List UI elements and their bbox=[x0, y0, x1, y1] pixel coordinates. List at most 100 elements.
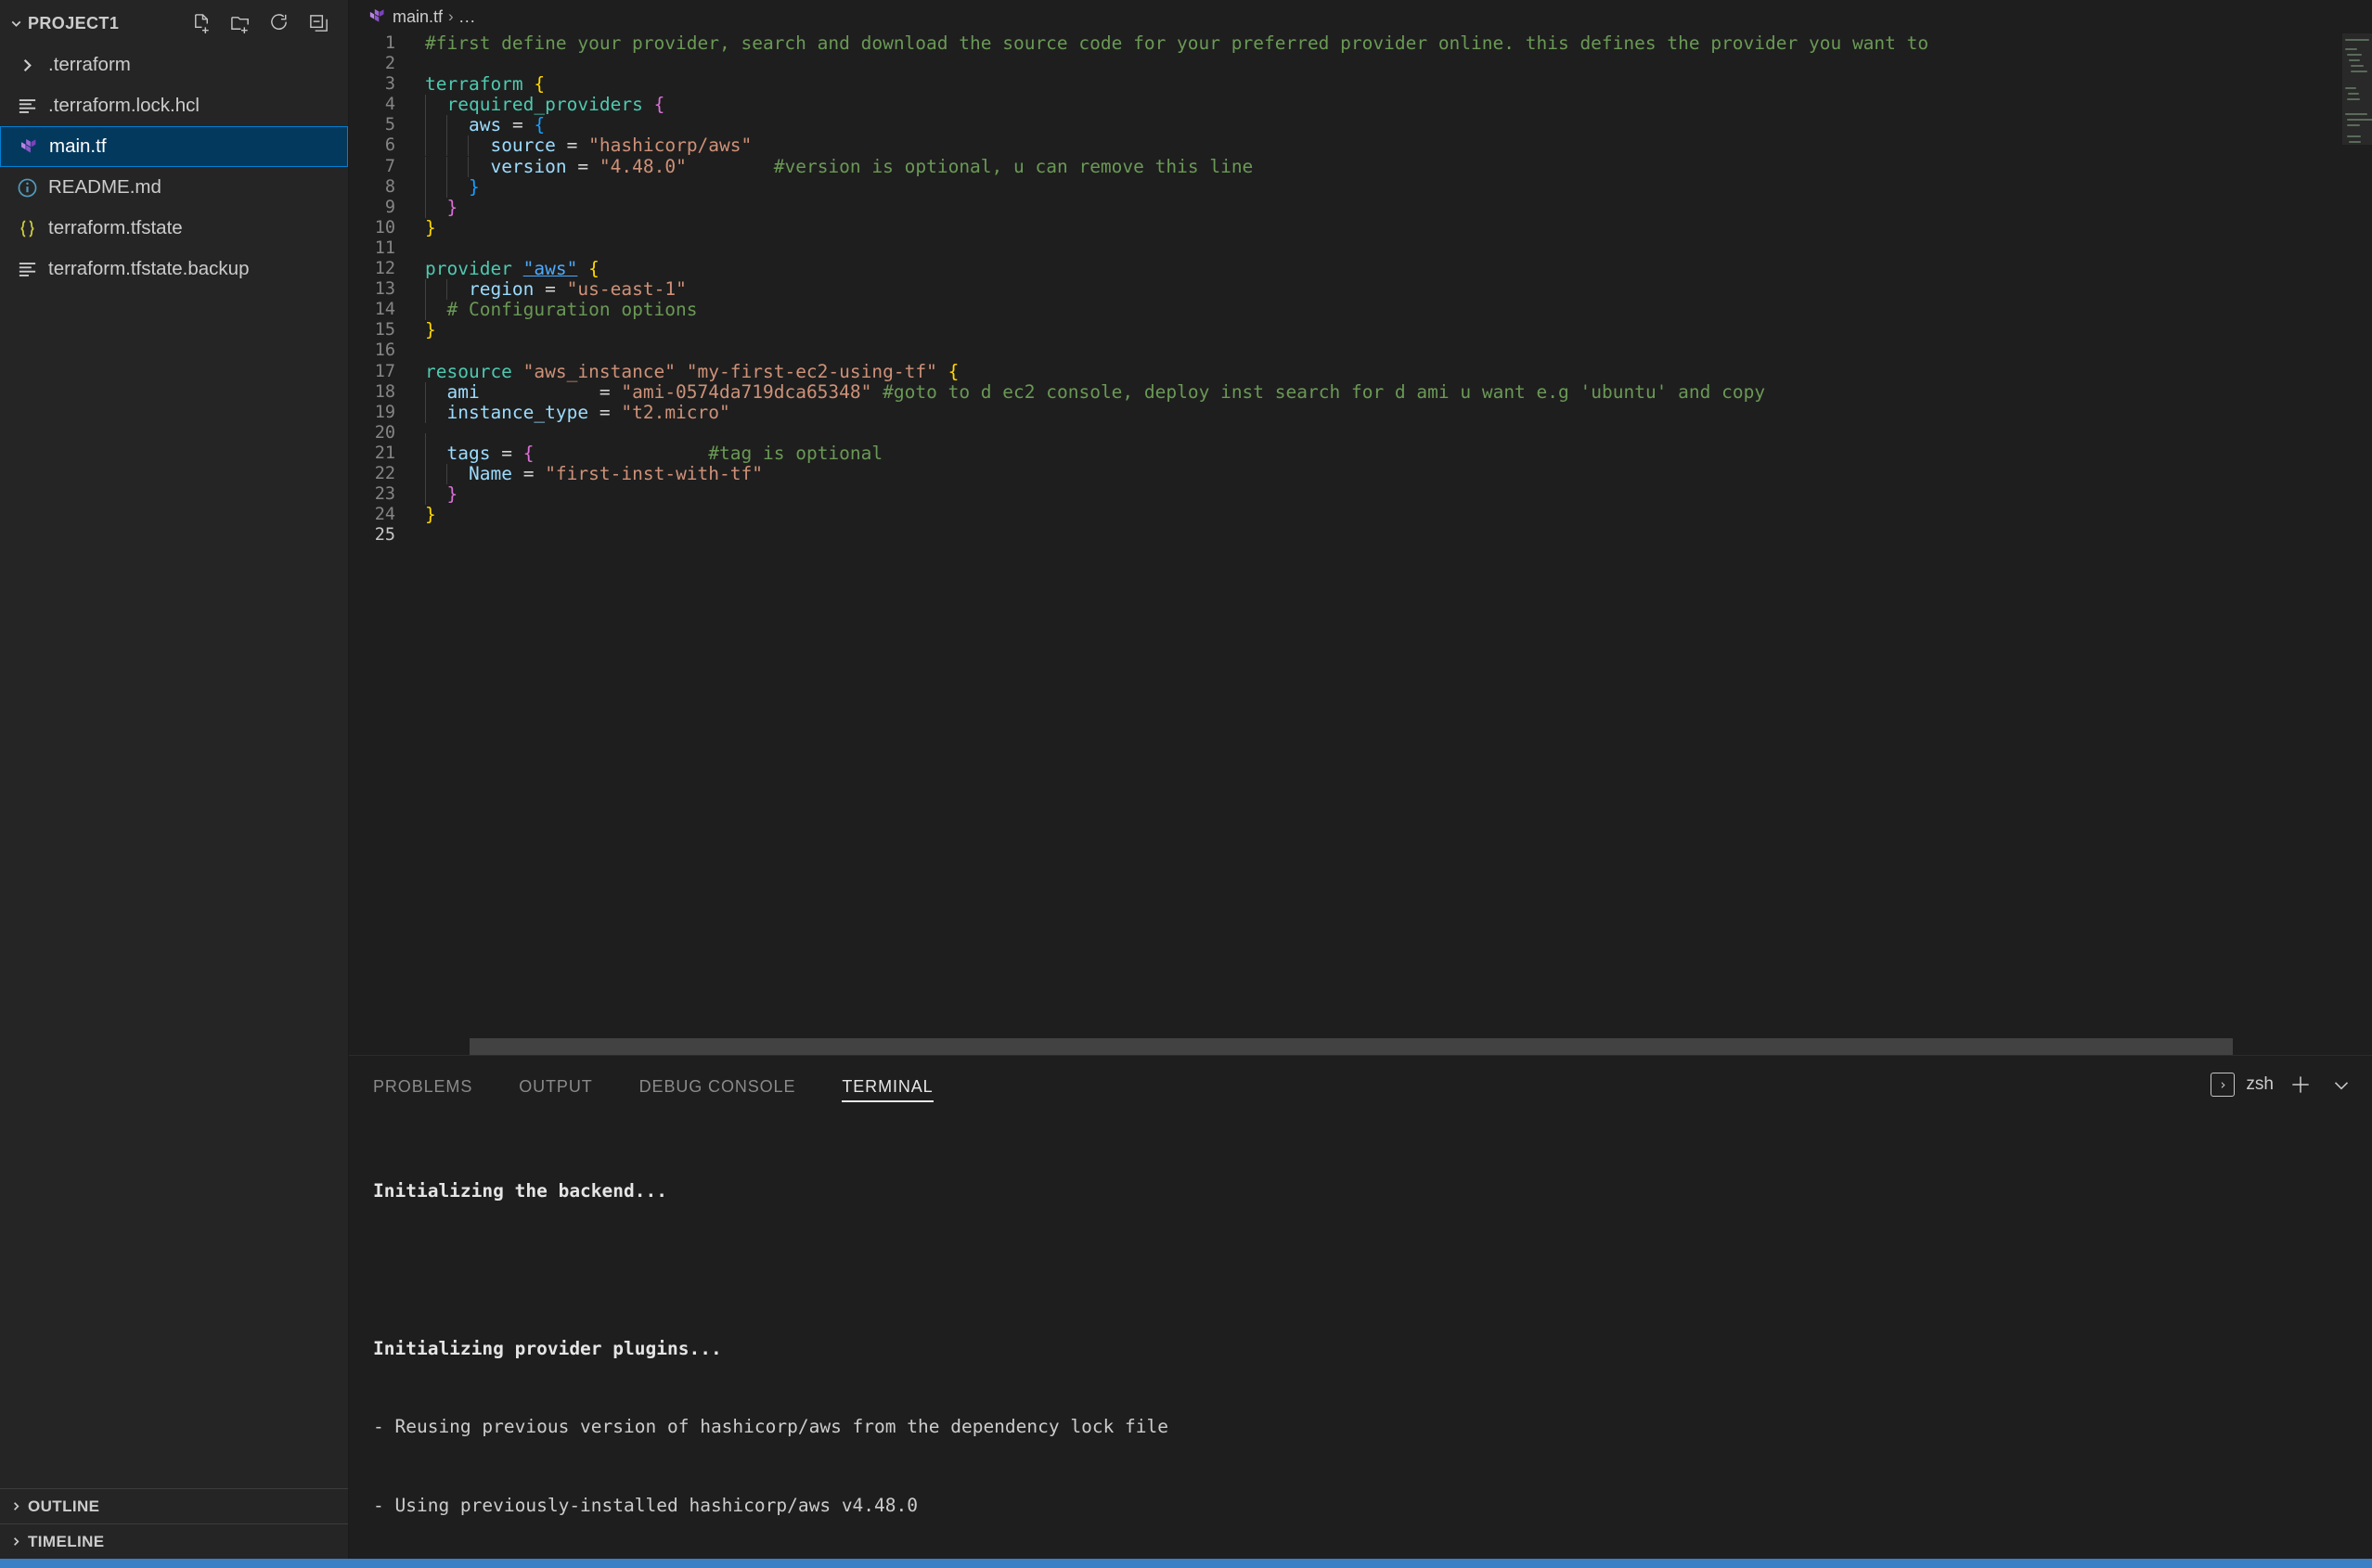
line-content: } bbox=[412, 320, 436, 341]
collapse-all-icon[interactable] bbox=[303, 8, 333, 38]
terraform-icon bbox=[366, 6, 388, 28]
code-line: 1#first define your provider, search and… bbox=[349, 33, 2342, 54]
editor-horizontal-scrollbar[interactable] bbox=[349, 1038, 2342, 1055]
breadcrumb-ellipsis[interactable]: ... bbox=[459, 7, 476, 27]
terminal-line: - Using previously-installed hashicorp/a… bbox=[373, 1493, 2372, 1519]
tab-debug-console[interactable]: DEBUG CONSOLE bbox=[639, 1056, 796, 1113]
file-name: .terraform.lock.hcl bbox=[48, 95, 200, 117]
file-name: terraform.tfstate bbox=[48, 217, 183, 239]
code-line: 12provider "aws" { bbox=[349, 259, 2342, 279]
explorer-sidebar: PROJECT1 bbox=[0, 0, 349, 1559]
line-number: 6 bbox=[349, 135, 412, 156]
file-name: terraform.tfstate.backup bbox=[48, 258, 249, 280]
status-bar[interactable] bbox=[0, 1559, 2372, 1568]
section-label: TIMELINE bbox=[28, 1533, 105, 1551]
code-line: 19 instance_type = "t2.micro" bbox=[349, 403, 2342, 423]
line-content: } bbox=[412, 218, 436, 238]
line-number: 17 bbox=[349, 362, 412, 382]
code-line: 24} bbox=[349, 505, 2342, 525]
file-tree-item-main-tf[interactable]: main.tf bbox=[0, 126, 348, 167]
line-content: resource "aws_instance" "my-first-ec2-us… bbox=[412, 362, 959, 382]
editor-minimap[interactable] bbox=[2342, 33, 2372, 1055]
line-content: # Configuration options bbox=[412, 300, 698, 320]
new-terminal-icon[interactable] bbox=[2287, 1071, 2314, 1099]
code-line: 25 bbox=[349, 525, 2342, 546]
lines-file-icon bbox=[11, 255, 43, 283]
tab-terminal[interactable]: TERMINAL bbox=[842, 1056, 933, 1113]
folder-chevron-icon bbox=[11, 51, 43, 79]
code-line: 22 Name = "first-inst-with-tf" bbox=[349, 464, 2342, 484]
line-number: 4 bbox=[349, 95, 412, 115]
line-content: Name = "first-inst-with-tf" bbox=[412, 464, 763, 484]
file-name: .terraform bbox=[48, 54, 131, 76]
explorer-title: PROJECT1 bbox=[28, 14, 119, 33]
line-number: 14 bbox=[349, 300, 412, 320]
line-content: required_providers { bbox=[412, 95, 664, 115]
vscode-window: PROJECT1 bbox=[0, 0, 2372, 1568]
line-number: 12 bbox=[349, 259, 412, 279]
terminal-selector[interactable]: › zsh bbox=[2211, 1073, 2274, 1097]
file-tree-item-terraform-lock-hcl[interactable]: .terraform.lock.hcl bbox=[0, 85, 348, 126]
line-number: 16 bbox=[349, 341, 412, 361]
chevron-right-icon bbox=[4, 1530, 28, 1554]
terminal-line: Initializing the backend... bbox=[373, 1178, 2372, 1204]
sidebar-section-outline[interactable]: OUTLINE bbox=[0, 1488, 348, 1523]
code-line: 18 ami = "ami-0574da719dca65348" #goto t… bbox=[349, 382, 2342, 403]
terminal-prompt-icon: › bbox=[2211, 1073, 2235, 1097]
line-number: 9 bbox=[349, 198, 412, 218]
line-content: ami = "ami-0574da719dca65348" #goto to d… bbox=[412, 382, 1765, 403]
line-content: #first define your provider, search and … bbox=[412, 33, 1928, 54]
line-content: } bbox=[412, 177, 480, 198]
code-line: 8 } bbox=[349, 177, 2342, 198]
breadcrumb-file[interactable]: main.tf bbox=[393, 7, 443, 27]
workbench-body: PROJECT1 bbox=[0, 0, 2372, 1559]
new-folder-icon[interactable] bbox=[226, 8, 255, 38]
tab-problems[interactable]: PROBLEMS bbox=[373, 1056, 472, 1113]
file-tree-item-readme-md[interactable]: README.md bbox=[0, 167, 348, 208]
line-content: instance_type = "t2.micro" bbox=[412, 403, 730, 423]
file-tree-item-terraform-folder[interactable]: .terraform bbox=[0, 45, 348, 85]
terminal-line: Initializing provider plugins... bbox=[373, 1336, 2372, 1362]
breadcrumb: main.tf › ... bbox=[349, 0, 2372, 33]
bottom-panel: PROBLEMS OUTPUT DEBUG CONSOLE TERMINAL ›… bbox=[349, 1055, 2372, 1559]
line-content: provider "aws" { bbox=[412, 259, 599, 279]
line-content: aws = { bbox=[412, 115, 545, 135]
line-number: 21 bbox=[349, 443, 412, 464]
new-file-icon[interactable] bbox=[187, 8, 216, 38]
terminal-output[interactable]: Initializing the backend... Initializing… bbox=[349, 1113, 2372, 1559]
line-number: 22 bbox=[349, 464, 412, 484]
chevron-down-icon[interactable] bbox=[4, 11, 28, 35]
line-number: 24 bbox=[349, 505, 412, 525]
scrollbar-thumb[interactable] bbox=[470, 1038, 2233, 1055]
line-number: 20 bbox=[349, 423, 412, 443]
info-circle-icon bbox=[11, 174, 43, 201]
line-number: 15 bbox=[349, 320, 412, 341]
line-number: 13 bbox=[349, 279, 412, 300]
line-content: } bbox=[412, 505, 436, 525]
tab-output[interactable]: OUTPUT bbox=[519, 1056, 592, 1113]
file-name: README.md bbox=[48, 176, 161, 199]
code-line: 20 bbox=[349, 423, 2342, 443]
code-line: 10} bbox=[349, 218, 2342, 238]
code-line: 15} bbox=[349, 320, 2342, 341]
line-number: 7 bbox=[349, 157, 412, 177]
line-content: } bbox=[412, 198, 458, 218]
line-number: 18 bbox=[349, 382, 412, 403]
code-line: 23 } bbox=[349, 484, 2342, 505]
minimap-slider[interactable] bbox=[2342, 33, 2372, 145]
line-number: 2 bbox=[349, 54, 412, 74]
panel-tabs: PROBLEMS OUTPUT DEBUG CONSOLE TERMINAL ›… bbox=[349, 1056, 2372, 1113]
sidebar-section-timeline[interactable]: TIMELINE bbox=[0, 1523, 348, 1559]
json-braces-icon bbox=[11, 214, 43, 242]
explorer-actions bbox=[187, 8, 339, 38]
file-tree-item-terraform-tfstate-backup[interactable]: terraform.tfstate.backup bbox=[0, 249, 348, 289]
line-content: terraform { bbox=[412, 74, 545, 95]
line-content: } bbox=[412, 484, 458, 505]
refresh-icon[interactable] bbox=[264, 8, 294, 38]
file-tree-item-terraform-tfstate[interactable]: terraform.tfstate bbox=[0, 208, 348, 249]
code-line: 2 bbox=[349, 54, 2342, 74]
code-editor[interactable]: 1#first define your provider, search and… bbox=[349, 33, 2342, 1055]
chevron-down-icon[interactable] bbox=[2327, 1071, 2355, 1099]
code-line: 3terraform { bbox=[349, 74, 2342, 95]
file-tree: .terraform .terraform.lock.hcl bbox=[0, 41, 348, 1488]
